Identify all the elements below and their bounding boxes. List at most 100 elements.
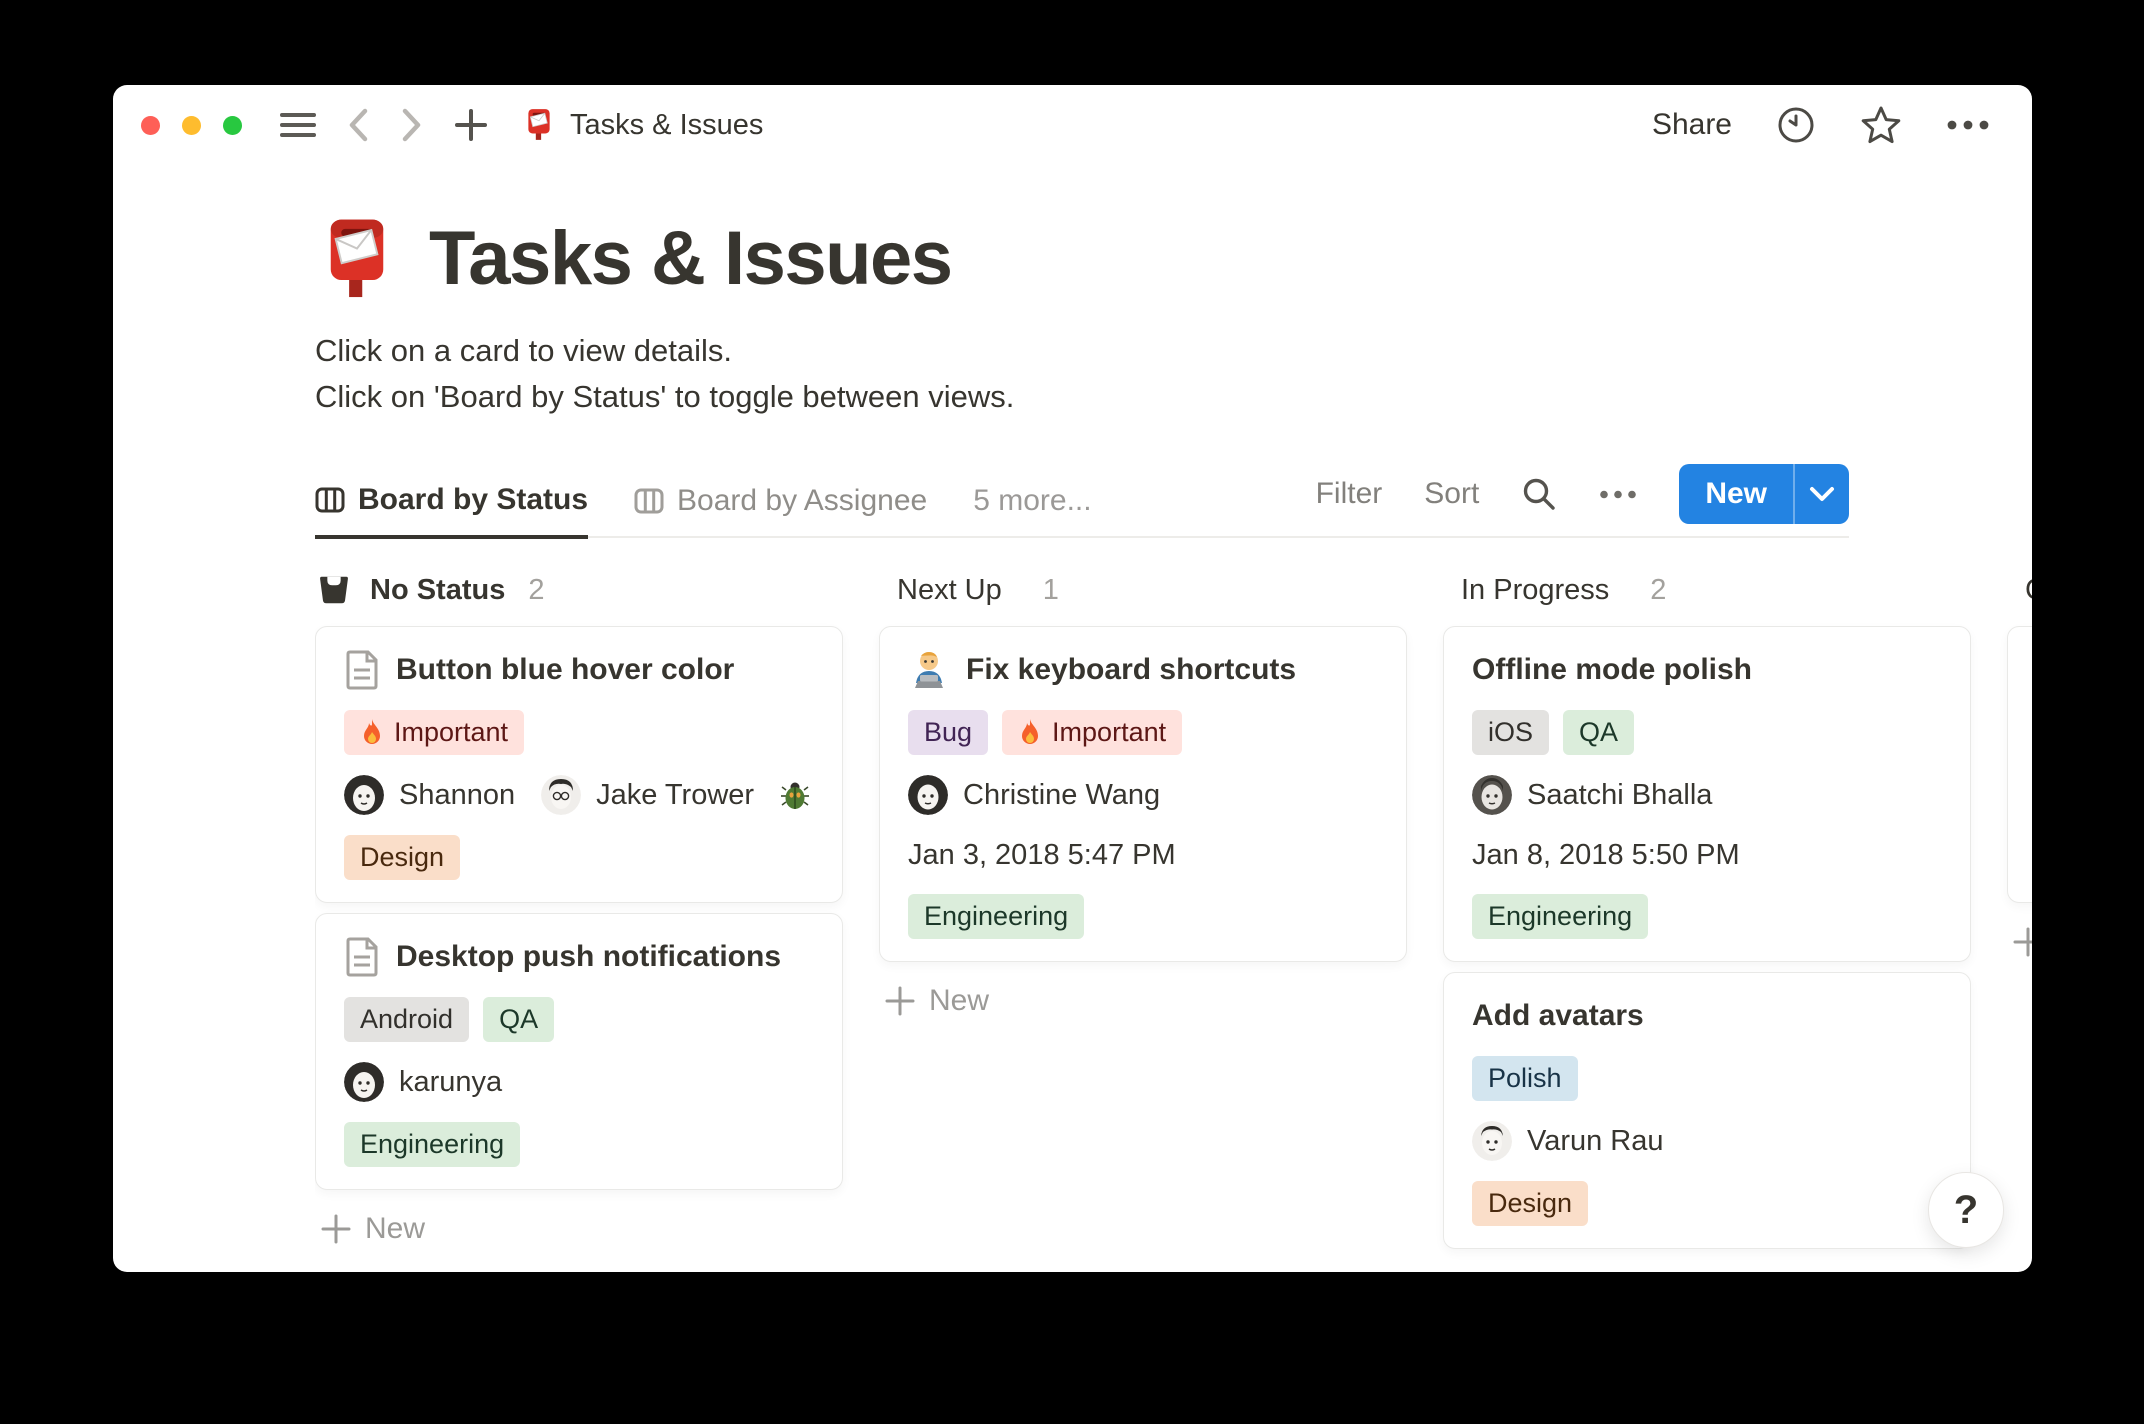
forward-icon[interactable] [400,107,424,143]
favorite-star-icon[interactable] [1860,105,1902,145]
card-button-blue-hover-color[interactable]: Button blue hover color Important Shanno… [315,626,843,903]
search-icon[interactable] [1521,476,1557,512]
assignee: Jake Trower [541,775,754,815]
column-header[interactable]: Next Up 1 [879,566,1407,614]
card-desktop-push-notifications[interactable]: Desktop push notifications Android QA ka… [315,913,843,1190]
add-card-button[interactable]: New [1443,1259,1971,1272]
page-title: Tasks & Issues [429,216,953,301]
column-no-status: No Status 2 Button blue hover color Impo… [315,566,843,1272]
tab-label: 5 more... [973,484,1092,517]
assignee-name: Jake Trower [596,778,755,811]
fire-icon [1018,718,1042,748]
card-date: Jan 3, 2018 5:47 PM [908,838,1176,871]
card-fix-keyboard-shortcuts[interactable]: Fix keyboard shortcuts Bug Important Chr… [879,626,1407,962]
inbox-icon [315,571,353,609]
column-header[interactable]: C [2007,566,2032,614]
column-name-pill: C [2007,566,2032,614]
sort-button[interactable]: Sort [1424,477,1479,511]
tab-label: Board by Status [358,483,589,516]
tag-engineering: Engineering [1472,894,1649,939]
view-options-ellipsis-icon[interactable] [1599,490,1637,499]
assignee-name: Varun Rau [1527,1124,1664,1157]
add-card-button[interactable]: New [879,972,1407,1030]
tag-qa: QA [483,997,555,1042]
updates-clock-icon[interactable] [1776,105,1816,145]
view-tabs-bar: Board by Status Board by Assignee 5 more… [315,464,1849,539]
new-button[interactable]: New [1679,464,1849,524]
new-button-chevron-down-icon[interactable] [1795,464,1849,524]
tab-board-by-status[interactable]: Board by Status [315,483,589,539]
card-title: Desktop push notifications [396,940,782,973]
tab-board-by-assignee[interactable]: Board by Assignee [634,484,927,536]
tag-qa: QA [1563,710,1635,755]
card-title: Button blue hover color [396,653,735,686]
page-icon [344,937,380,977]
fire-icon [360,718,384,748]
assignee-name: Saatchi Bhalla [1527,778,1713,811]
assignee: Shannon [344,775,515,815]
close-window-button[interactable] [141,115,160,135]
page-icon [344,650,380,690]
card-title: Fix keyboard shortcuts [966,653,1297,686]
add-card-button[interactable]: New [315,1200,843,1258]
card-offline-mode-polish[interactable]: Offline mode polish iOS QA Saatchi Bhall… [1443,626,1971,962]
description-line-1: Click on a card to view details. [315,333,732,368]
add-card-label: New [929,984,990,1017]
avatar [1472,775,1512,815]
card-title: Add avatars [1472,999,1644,1032]
column-header[interactable]: No Status 2 [315,566,843,614]
assignee-name: karunya [399,1065,503,1098]
more-options-icon[interactable] [1946,120,1990,130]
traffic-lights [141,115,242,135]
technologist-emoji-icon [908,649,950,691]
titlebar-page-title: Tasks & Issues [570,108,764,141]
minimize-window-button[interactable] [182,115,201,135]
postbox-icon [522,108,556,142]
column-in-progress: In Progress 2 Offline mode polish iOS QA [1443,566,1971,1272]
zoom-window-button[interactable] [223,115,242,135]
add-card-button[interactable]: New [2007,913,2032,971]
tag-engineering: Engineering [908,894,1085,939]
page-description: Click on a card to view details. Click o… [315,328,2032,420]
assignee: karunya [344,1062,502,1102]
help-button[interactable]: ? [1928,1172,2004,1248]
avatar [908,775,948,815]
column-name-pill: Next Up [897,574,1002,606]
sidebar-menu-icon[interactable] [280,111,316,139]
share-button[interactable]: Share [1652,108,1732,142]
assignee-name: Shannon [399,778,516,811]
tag-polish: Polish [1472,1056,1578,1101]
beetle-icon [780,780,810,810]
card-date: Jan 8, 2018 5:50 PM [1472,838,1740,871]
app-window: Tasks & Issues Share Tasks & Issues Clic… [113,85,2032,1272]
add-card-label: New [1493,1271,1553,1272]
titlebar: Tasks & Issues Share [113,85,2032,157]
avatar [1472,1121,1512,1161]
card-partial[interactable]: Re P E [2007,626,2032,903]
back-icon[interactable] [346,107,370,143]
new-page-plus-icon[interactable] [454,108,488,142]
tag-important: Important [344,710,525,755]
add-card-label: New [365,1212,426,1245]
assignee-name: Christine Wang [963,778,1161,811]
tag-engineering: Engineering [344,1122,521,1167]
card-add-avatars[interactable]: Add avatars Polish Varun Rau Design [1443,972,1971,1249]
column-next-up: Next Up 1 Fix keyboard shortcuts Bug Imp… [879,566,1407,1272]
new-button-label[interactable]: New [1679,464,1793,524]
tag-ios: iOS [1472,710,1550,755]
tag-android: Android [344,997,470,1042]
column-header[interactable]: In Progress 2 [1443,566,1971,614]
column-count: 2 [528,573,545,606]
tag-design: Design [344,835,461,880]
avatar [344,775,384,815]
avatar [541,775,582,815]
column-name: No Status [370,573,506,606]
tab-label: Board by Assignee [677,484,928,517]
filter-button[interactable]: Filter [1316,477,1383,511]
assignee: Saatchi Bhalla [1472,775,1712,815]
tag-bug: Bug [908,710,989,755]
column-count: 1 [1042,573,1059,606]
assignee: Varun Rau [1472,1121,1664,1161]
page-postbox-icon [315,217,399,301]
tab-more-views[interactable]: 5 more... [973,484,1091,536]
